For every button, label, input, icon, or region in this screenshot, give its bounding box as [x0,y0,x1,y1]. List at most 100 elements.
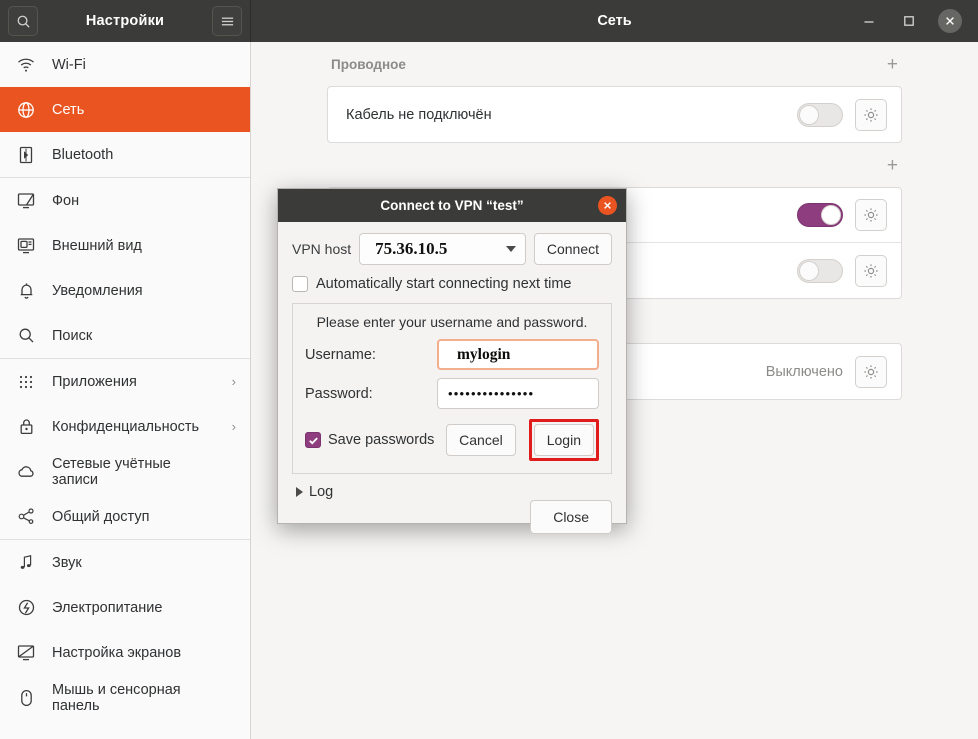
sidebar-item-sharing[interactable]: Общий доступ [0,494,250,539]
vpn-host-label: VPN host [292,241,352,257]
dialog-titlebar: Connect to VPN “test” [278,189,626,222]
sidebar-item-label: Внешний вид [52,237,142,254]
gear-icon[interactable] [855,199,887,231]
save-passwords-row[interactable]: Save passwords [305,432,441,448]
sidebar-item-online-accounts[interactable]: Сетевые учётные записи [0,449,250,494]
auto-start-label: Automatically start connecting next time [316,276,572,292]
section-header-vpn: + [327,143,902,187]
password-label: Password: [305,385,373,402]
sidebar-item-label: Уведомления [52,282,143,299]
sidebar-item-power[interactable]: Электропитание [0,585,250,630]
sidebar-item-label: Wi-Fi [52,56,86,73]
sidebar-item-notifications[interactable]: Уведомления [0,268,250,313]
cloud-icon [16,462,36,482]
network-globe-icon [16,100,36,120]
sidebar-item-bluetooth[interactable]: Bluetooth [0,132,250,177]
row-label: Кабель не подключён [346,106,492,123]
wired-toggle[interactable] [797,102,843,127]
main-header: Сеть [251,0,978,42]
sidebar-item-label: Общий доступ [52,508,150,525]
vpn-toggle-2[interactable] [797,258,843,283]
close-icon[interactable] [598,196,617,215]
vpn-host-value: 75.36.10.5 [375,239,448,258]
close-button[interactable]: Close [530,500,612,534]
log-label: Log [309,484,334,500]
status-badge: Выключено [765,363,843,380]
apps-grid-icon [16,372,36,392]
add-vpn-button[interactable]: + [887,156,898,175]
window-controls [858,9,978,33]
mouse-icon [16,688,36,708]
power-icon [16,598,36,618]
chevron-right-icon: › [231,419,236,434]
sidebar-item-label: Сеть [52,101,85,118]
sidebar-item-label: Звук [52,554,82,571]
section-title: Проводное [331,56,406,72]
sidebar-item-displays[interactable]: Настройка экранов [0,630,250,675]
credentials-group: Please enter your username and password.… [292,303,612,474]
sidebar-item-label: Сетевые учётные записи [52,455,171,488]
username-input[interactable]: mylogin [437,339,599,370]
add-wired-button[interactable]: + [887,55,898,74]
save-passwords-label: Save passwords [328,432,435,448]
gear-icon[interactable] [855,355,887,388]
sidebar-item-background[interactable]: Фон [0,178,250,223]
search-icon[interactable] [8,6,38,36]
dialog-action-buttons: Cancel Login [441,419,599,461]
minimize-button[interactable] [858,10,880,32]
cancel-button[interactable]: Cancel [446,424,516,456]
dialog-title: Connect to VPN “test” [380,198,524,213]
sidebar-item-privacy[interactable]: Конфиденциальность › [0,404,250,449]
sidebar-item-applications[interactable]: Приложения › [0,359,250,404]
wallpaper-icon [16,191,36,211]
search-icon [16,326,36,346]
sidebar-item-network[interactable]: Сеть [0,87,250,132]
auto-start-checkbox[interactable] [292,276,308,292]
sidebar-item-mouse-touchpad[interactable]: Мышь и сенсорная панель [0,675,250,720]
dialog-footer: Close [278,500,626,546]
dialog-body: VPN host 75.36.10.5 Connect Automaticall… [278,222,626,500]
section-header-wired: Проводное + [327,42,902,86]
login-button[interactable]: Login [533,424,594,456]
sidebar-item-appearance[interactable]: Внешний вид [0,223,250,268]
password-input[interactable]: ••••••••••••••• [437,378,599,409]
chevron-right-icon: › [231,374,236,389]
credentials-actions: Save passwords Cancel Login [305,419,599,461]
sidebar[interactable]: Wi-Fi Сеть Bluetooth Фон Внешний вид Уве… [0,42,251,739]
sidebar-item-label: Bluetooth [52,146,114,163]
sidebar-item-label: Приложения [52,373,137,390]
sidebar-item-label: Фон [52,192,80,209]
connect-button[interactable]: Connect [533,233,612,265]
chevron-down-icon [505,246,516,252]
music-note-icon [16,553,36,573]
hamburger-menu-icon[interactable] [212,6,242,36]
maximize-button[interactable] [898,10,920,32]
vpn-connect-dialog: Connect to VPN “test” VPN host 75.36.10.… [277,188,627,534]
save-passwords-checkbox[interactable] [305,432,321,448]
sidebar-item-label: Электропитание [52,599,163,616]
sidebar-item-label: Поиск [52,327,93,344]
sidebar-item-wifi[interactable]: Wi-Fi [0,42,250,87]
credentials-prompt: Please enter your username and password. [316,314,588,330]
bell-icon [16,281,36,301]
window-titlebar: Настройки Сеть [0,0,978,42]
vpn-toggle-1[interactable] [797,203,843,227]
close-icon[interactable] [938,9,962,33]
vpn-host-select[interactable]: 75.36.10.5 [359,233,526,265]
sidebar-item-sound[interactable]: Звук [0,540,250,585]
gear-icon[interactable] [855,98,887,131]
sidebar-title: Настройки [85,13,165,29]
gear-icon[interactable] [855,254,887,287]
log-expander[interactable]: Log [292,484,612,500]
sidebar-item-search[interactable]: Поиск [0,313,250,358]
sidebar-item-label: Мышь и сенсорная панель [52,681,181,714]
sidebar-item-label: Конфиденциальность [52,418,200,435]
wifi-icon [16,55,36,75]
table-row[interactable]: Кабель не подключён [328,87,901,142]
username-value: mylogin [457,345,511,363]
wired-card: Кабель не подключён [327,86,902,143]
appearance-icon [16,236,36,256]
share-icon [16,507,36,527]
auto-start-row[interactable]: Automatically start connecting next time [292,276,612,292]
vpn-host-row: VPN host 75.36.10.5 Connect [292,233,612,265]
